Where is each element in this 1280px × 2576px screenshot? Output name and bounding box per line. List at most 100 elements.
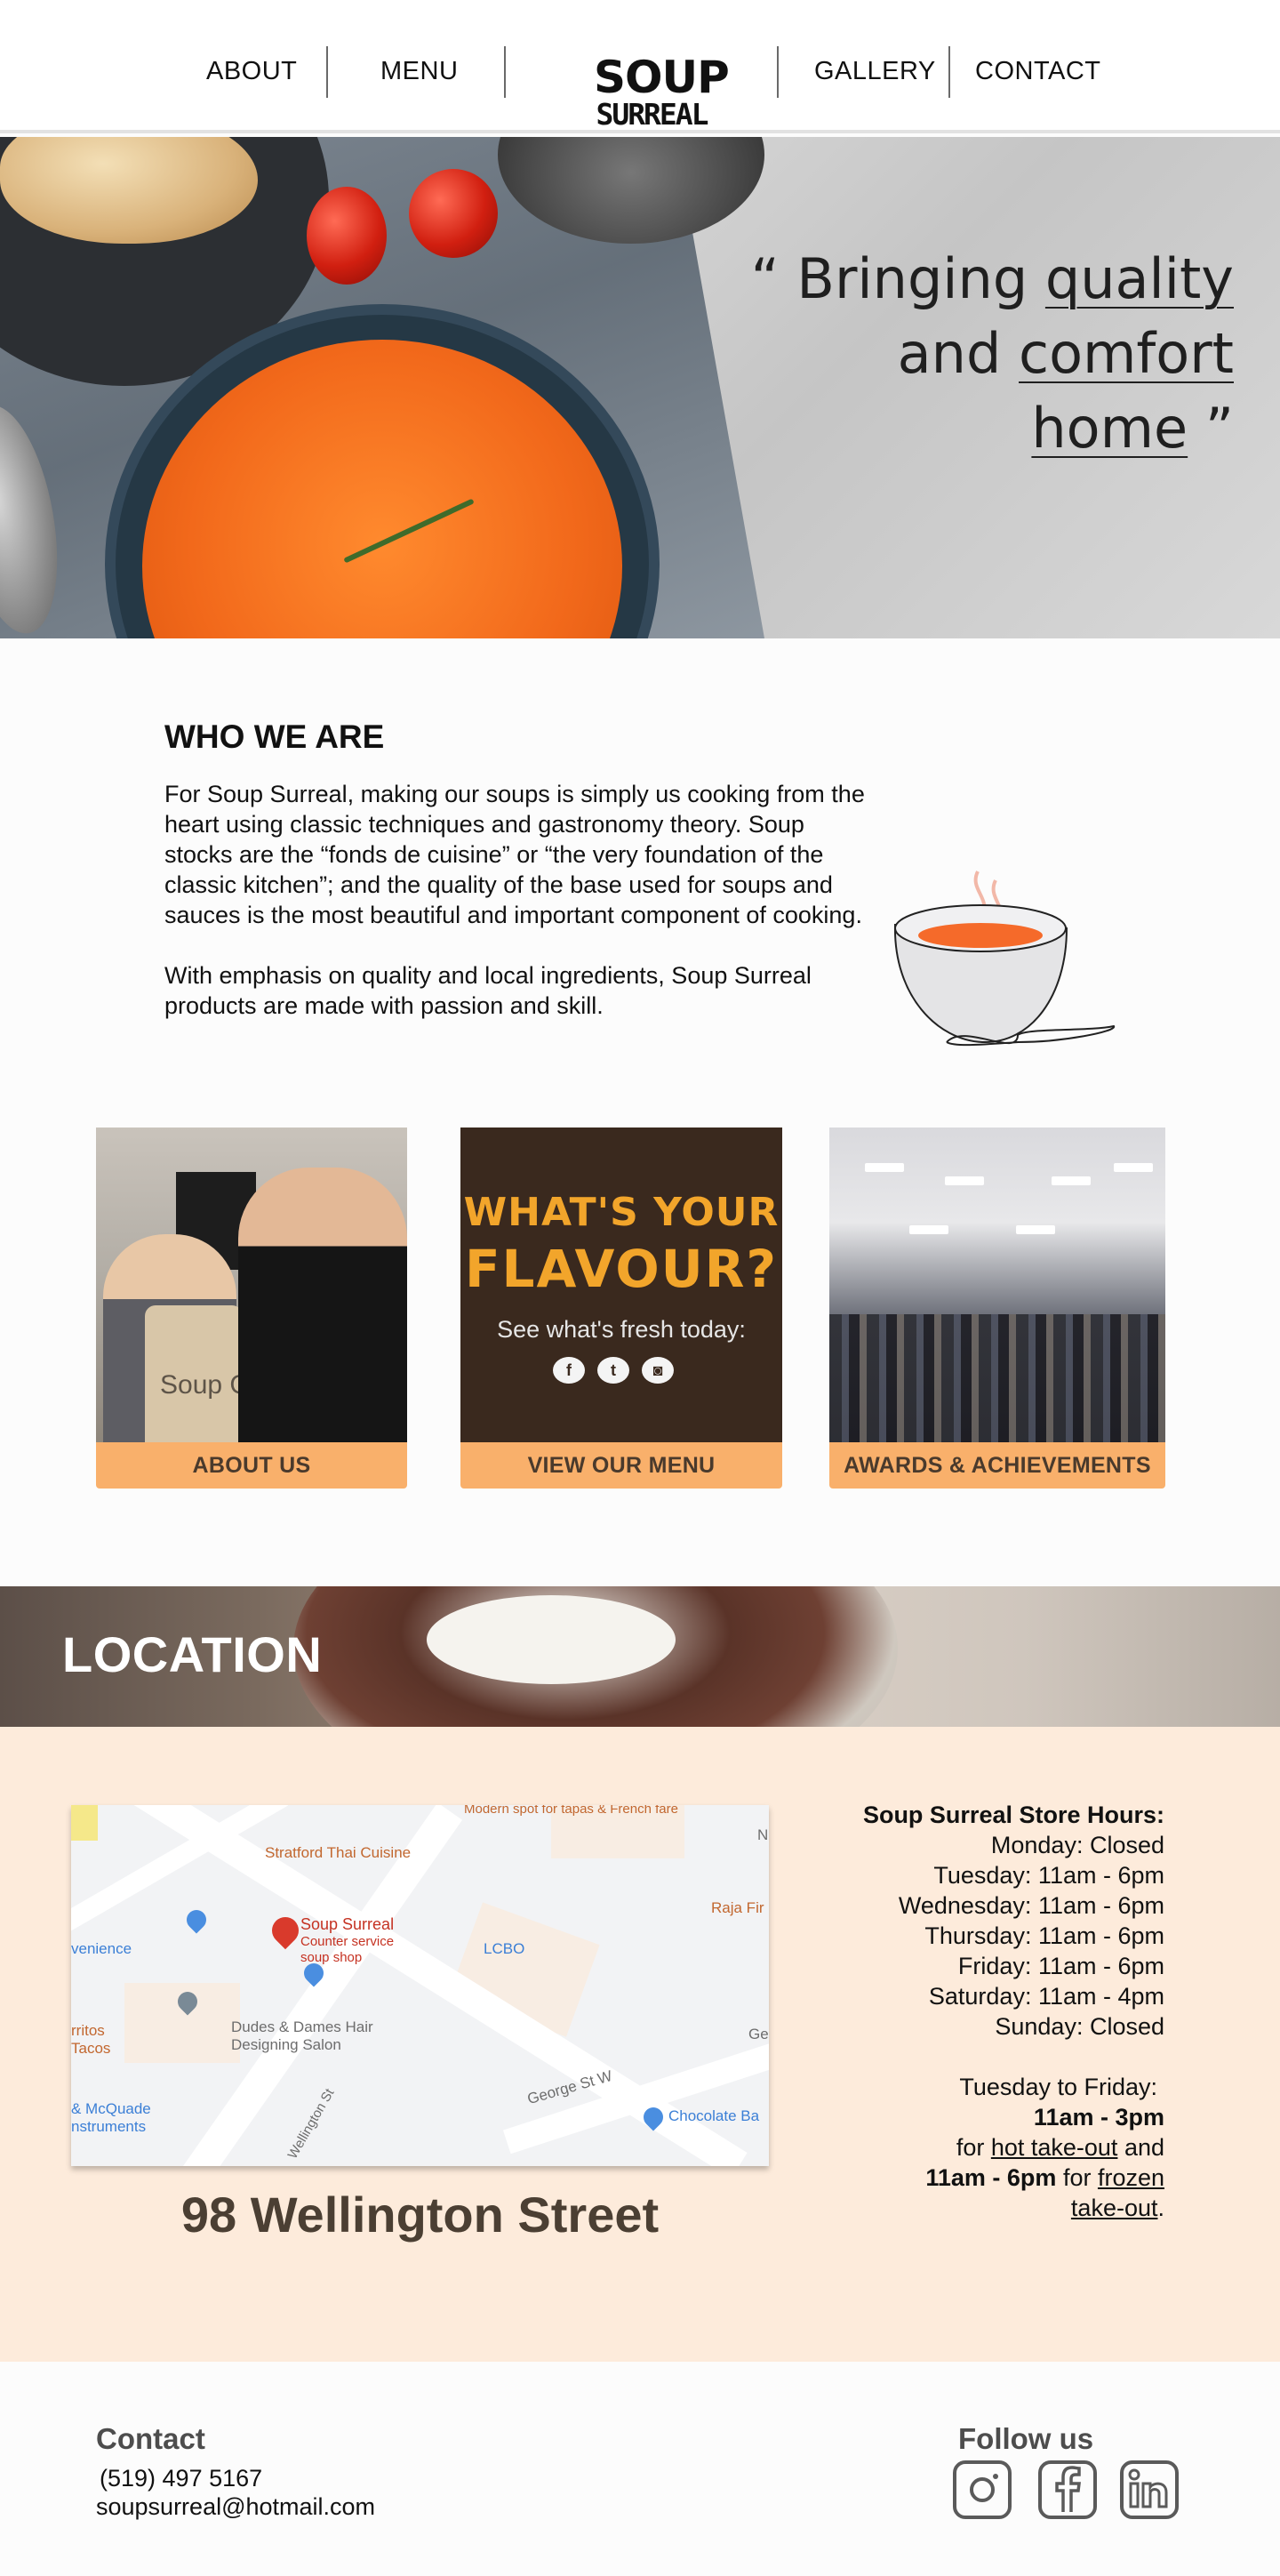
map-label: Designing Salon	[231, 2036, 341, 2053]
view-menu-button[interactable]: VIEW OUR MENU	[460, 1442, 782, 1489]
map-park	[71, 1805, 98, 1841]
nav-contact-link[interactable]: CONTACT	[975, 57, 1101, 86]
map-label: Counter service	[300, 1934, 395, 1949]
map-label: Dudes & Dames Hair	[231, 2018, 373, 2035]
map-label: nstruments	[71, 2118, 147, 2135]
who-paragraph-2: With emphasis on quality and local ingre…	[164, 962, 812, 1019]
nav-divider	[948, 46, 950, 98]
footer-contact-title: Contact	[96, 2422, 205, 2455]
takeout-frozen-line: 11am - 6pm for frozen	[702, 2163, 1164, 2193]
frozen-takeout-link[interactable]: frozen	[1098, 2164, 1164, 2191]
map-pin-icon[interactable]	[266, 1911, 305, 1950]
hot-takeout-link[interactable]: hot take-out	[991, 2134, 1118, 2161]
takeout-for: for	[956, 2134, 991, 2161]
map-label: Modern spot for tapas & French fare	[464, 1805, 678, 1817]
hero-quote: “ Bringing quality and comfort home ”	[683, 242, 1234, 466]
menu-card[interactable]: WHAT'S YOUR FLAVOUR? See what's fresh to…	[460, 1128, 782, 1489]
quote-home: home	[1031, 396, 1188, 461]
top-nav: ABOUT MENU SOUP SURREAL GALLERY CONTACT	[0, 0, 1280, 133]
ceiling-light	[865, 1163, 904, 1172]
awards-card[interactable]: AWARDS & ACHIEVEMENTS	[829, 1128, 1165, 1489]
takeout-hot-line: for hot take-out and	[702, 2132, 1164, 2163]
logo-line1: SOUP	[594, 52, 730, 103]
promo-line-3: See what's fresh today:	[497, 1316, 746, 1343]
logo-line2: SURREAL	[596, 97, 708, 132]
facebook-icon[interactable]	[1038, 2460, 1097, 2519]
hours-day: Sunday: Closed	[995, 2013, 1164, 2040]
takeout-hot-time: 11am - 3pm	[1033, 2104, 1164, 2131]
ceiling-light	[909, 1225, 948, 1234]
hours-day: Friday: 11am - 6pm	[957, 1953, 1164, 1979]
location-map[interactable]: Modern spot for tapas & French fare Stra…	[71, 1805, 769, 2166]
quote-quality: quality	[1044, 246, 1234, 311]
map-label: LCBO	[484, 1940, 525, 1957]
promo-line-2: FLAVOUR?	[464, 1239, 779, 1299]
quote-open: “ Bringing	[750, 246, 1045, 311]
who-paragraph-1: For Soup Surreal, making our soups is si…	[164, 781, 865, 928]
store-hours: Soup Surreal Store Hours: Monday: Closed…	[702, 1800, 1164, 2223]
awards-button[interactable]: AWARDS & ACHIEVEMENTS	[829, 1442, 1165, 1489]
instagram-glyph	[970, 2474, 998, 2502]
event-crowd	[829, 1314, 1165, 1444]
quote-close: ”	[1188, 396, 1234, 461]
logo[interactable]: SOUP SURREAL	[594, 52, 730, 137]
instagram-icon[interactable]	[953, 2460, 1012, 2519]
map-label: Tacos	[71, 2040, 111, 2057]
location-title: LOCATION	[62, 1626, 323, 1682]
hours-day: Wednesday: 11am - 6pm	[898, 1892, 1164, 1919]
hours-day: Tuesday: 11am - 6pm	[933, 1862, 1164, 1889]
frozen-takeout-link-2[interactable]: take-out	[1071, 2195, 1158, 2221]
photo-person	[238, 1168, 407, 1444]
ceiling-light	[1052, 1176, 1091, 1185]
hero-tomato	[307, 187, 387, 285]
ceiling-light	[1016, 1225, 1055, 1234]
instagram-icon: ◙	[642, 1357, 674, 1384]
team-photo: Soup Girl	[96, 1128, 407, 1444]
hours-day: Thursday: 11am - 6pm	[924, 1922, 1164, 1949]
takeout-frozen-line-2: take-out.	[702, 2193, 1164, 2223]
takeout-frozen-time: 11am - 6pm	[925, 2164, 1057, 2191]
takeout-and: and	[1117, 2134, 1164, 2161]
takeout-intro: Tuesday to Friday:	[959, 2074, 1157, 2100]
ceiling-light	[945, 1176, 984, 1185]
quote-comfort: comfort	[1019, 321, 1234, 386]
hours-spacer	[702, 2042, 1164, 2072]
hero-banner: “ Bringing quality and comfort home ”	[0, 137, 1280, 638]
linkedin-glyph	[1128, 2468, 1168, 2508]
who-we-are-text: For Soup Surreal, making our soups is si…	[164, 779, 876, 1021]
promo-line-1: WHAT'S YOUR	[463, 1190, 780, 1235]
nav-gallery-link[interactable]: GALLERY	[814, 57, 936, 86]
map-label: & McQuade	[71, 2100, 151, 2117]
nav-divider	[504, 46, 506, 98]
nav-divider	[777, 46, 779, 98]
linkedin-icon[interactable]	[1120, 2460, 1179, 2519]
map-label: rritos	[71, 2022, 105, 2039]
soup-bowl-illustration	[893, 871, 1116, 1047]
banner-cheese	[427, 1595, 676, 1684]
map-label: Soup Surreal	[300, 1915, 395, 1933]
footer-phone[interactable]: (519) 497 5167	[100, 2465, 262, 2492]
takeout-period: .	[1157, 2195, 1164, 2221]
map-label: Stratford Thai Cuisine	[265, 1844, 412, 1861]
nav-divider	[326, 46, 328, 98]
quote-and: and	[897, 321, 1020, 386]
store-address: 98 Wellington Street	[180, 2187, 660, 2243]
event-photo	[829, 1128, 1165, 1444]
map-label: Wellington St	[284, 2086, 338, 2162]
footer-email[interactable]: soupsurreal@hotmail.com	[96, 2493, 375, 2521]
ceiling-light	[1114, 1163, 1153, 1172]
facebook-icon: f	[553, 1357, 585, 1384]
about-us-button[interactable]: ABOUT US	[96, 1442, 407, 1489]
nav-about-link[interactable]: ABOUT	[206, 57, 297, 86]
footer-follow-title: Follow us	[958, 2422, 1094, 2455]
hours-title: Soup Surreal Store Hours:	[862, 1802, 1164, 1828]
nav-menu-link[interactable]: MENU	[380, 57, 458, 86]
hours-day: Saturday: 11am - 4pm	[928, 1983, 1164, 2010]
twitter-icon: t	[597, 1357, 629, 1384]
map-pin-icon	[182, 1906, 211, 1934]
flavour-promo: WHAT'S YOUR FLAVOUR? See what's fresh to…	[460, 1128, 782, 1444]
map-label: venience	[71, 1940, 132, 1957]
who-we-are-title: WHO WE ARE	[164, 718, 385, 755]
facebook-glyph	[1055, 2466, 1081, 2512]
about-us-card[interactable]: Soup Girl ABOUT US	[96, 1128, 407, 1489]
